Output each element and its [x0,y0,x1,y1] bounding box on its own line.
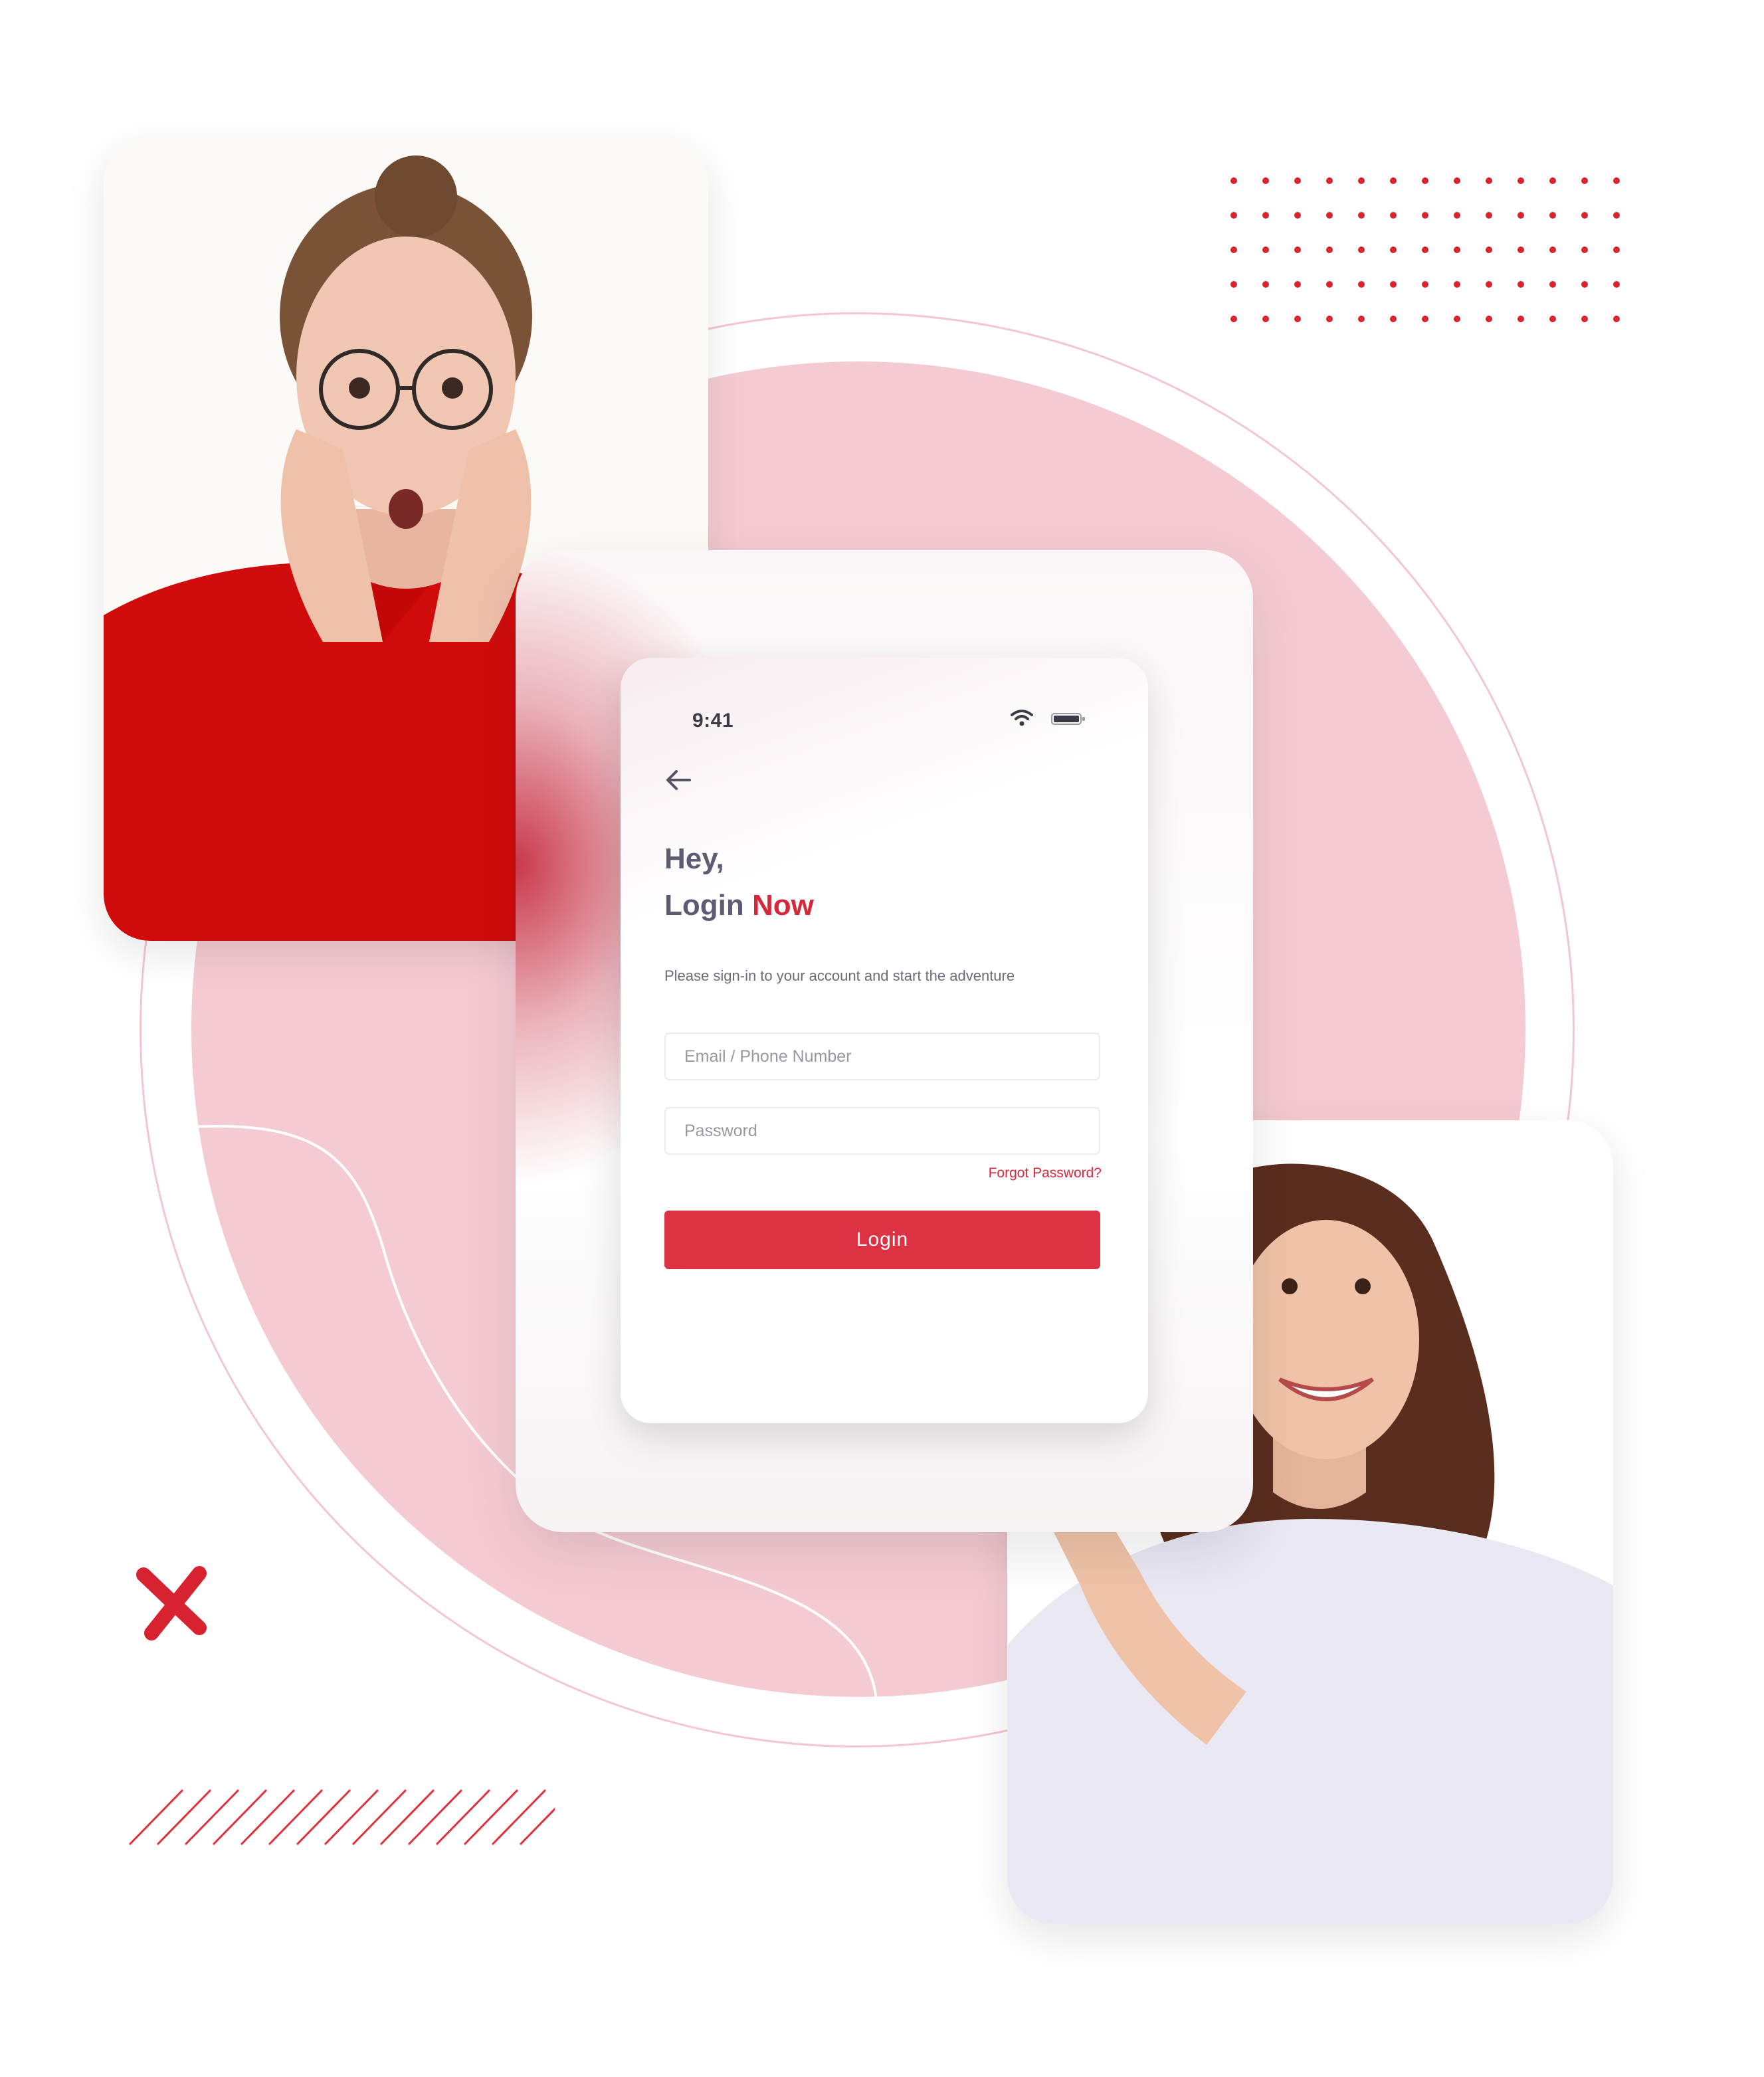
dot [1358,316,1365,322]
dot [1358,281,1365,288]
stripe [268,1789,324,1846]
dot [1581,212,1588,219]
stripe [491,1789,547,1846]
dot [1549,177,1556,184]
dot [1581,281,1588,288]
dot [1294,316,1301,322]
status-time: 9:41 [692,710,734,732]
dot [1581,247,1588,253]
dot [1294,177,1301,184]
dot [1358,212,1365,219]
dot [1549,281,1556,288]
diagonal-stripes-decoration [128,1789,555,1846]
dot [1454,316,1460,322]
dot [1422,281,1428,288]
dot [1454,212,1460,219]
login-button[interactable]: Login [664,1211,1100,1269]
stripe [407,1789,463,1846]
dot [1230,316,1237,322]
stripe [324,1789,379,1846]
dot [1613,177,1620,184]
login-screen: 9:41 Hey, Login Now Please sign-in to yo… [621,658,1148,1423]
dot [1262,316,1269,322]
dot [1613,212,1620,219]
dot [1613,316,1620,322]
dot [1422,247,1428,253]
stripe [379,1789,435,1846]
dot [1358,177,1365,184]
dot [1613,247,1620,253]
forgot-password-link[interactable]: Forgot Password? [989,1165,1102,1181]
dot [1390,212,1397,219]
dot [1518,212,1524,219]
back-arrow-icon[interactable] [664,768,692,792]
dot [1454,247,1460,253]
wifi-icon [1011,710,1033,726]
dot [1390,177,1397,184]
dot [1230,281,1237,288]
dot [1326,316,1333,322]
greeting-line-2: Login Now [664,889,814,922]
password-input[interactable] [664,1107,1100,1155]
dot [1230,247,1237,253]
stripe [184,1789,240,1846]
stripe [463,1789,519,1846]
dot [1486,177,1492,184]
dot [1518,177,1524,184]
dot [1326,247,1333,253]
dot [1326,212,1333,219]
email-phone-input[interactable] [664,1033,1100,1080]
dot [1422,177,1428,184]
dot [1262,281,1269,288]
dot [1518,281,1524,288]
stripe [240,1789,296,1846]
dot [1326,281,1333,288]
dot [1422,316,1428,322]
x-mark-icon [136,1566,207,1640]
dot [1294,281,1301,288]
dot [1230,177,1237,184]
dot [1486,281,1492,288]
login-subtitle: Please sign-in to your account and start… [664,967,1015,984]
dot [1549,212,1556,219]
greeting-line-1: Hey, [664,842,724,875]
stripe [156,1789,212,1846]
stripe [128,1789,184,1846]
dot [1486,247,1492,253]
dot [1390,247,1397,253]
battery-icon [1051,713,1085,725]
dot [1454,281,1460,288]
dot [1262,247,1269,253]
dot [1422,212,1428,219]
dot [1581,316,1588,322]
dot [1486,212,1492,219]
greeting-login-text: Login [664,889,744,922]
dot [1518,247,1524,253]
dot [1230,212,1237,219]
dot [1294,247,1301,253]
dot [1262,177,1269,184]
dot [1613,281,1620,288]
dot [1262,212,1269,219]
stripe [212,1789,268,1846]
dot [1390,281,1397,288]
dot-grid-decoration [1226,174,1624,327]
dot [1454,177,1460,184]
dot [1390,316,1397,322]
dot [1518,316,1524,322]
greeting-now-text: Now [751,889,814,922]
dot [1549,316,1556,322]
dot [1486,316,1492,322]
dot [1294,212,1301,219]
dot [1549,247,1556,253]
stripe [351,1789,407,1846]
stripe [296,1789,351,1846]
stripe [435,1789,491,1846]
dot [1358,247,1365,253]
dot [1581,177,1588,184]
dot [1326,177,1333,184]
